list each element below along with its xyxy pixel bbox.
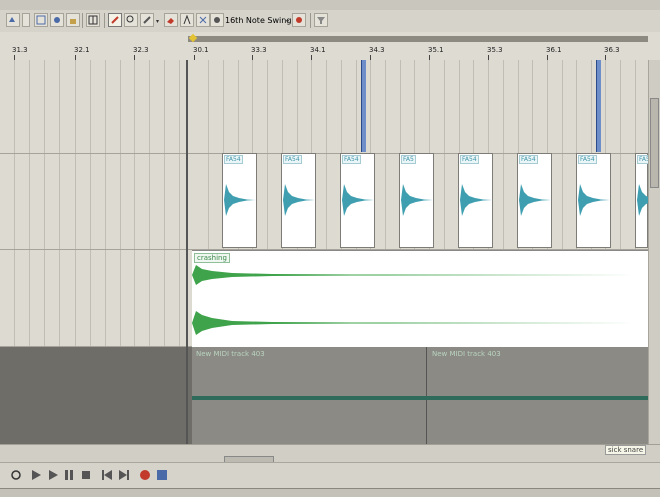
ruler-label: 34.1 — [310, 46, 326, 54]
midi-note[interactable] — [596, 60, 601, 152]
brush-dropdown-icon[interactable]: ▾ — [156, 18, 159, 25]
record-icon[interactable] — [292, 13, 306, 27]
horizontal-scrollbar[interactable]: sick snare — [0, 444, 660, 464]
loop-clip[interactable]: FA54 — [340, 153, 375, 248]
loop-clip[interactable]: FA54 — [281, 153, 316, 248]
loop-clip[interactable]: FA54 — [222, 153, 257, 248]
snap-icon[interactable] — [6, 13, 20, 27]
snap-dropdown[interactable] — [22, 13, 30, 27]
brush-icon[interactable] — [140, 13, 154, 27]
toolbar: ▾ 16th Note Swing ▾ — [0, 10, 660, 33]
ruler-label: 35.1 — [428, 46, 444, 54]
timeline-scroll-strip[interactable] — [188, 36, 648, 42]
select-icon[interactable] — [34, 13, 48, 27]
play-from-icon[interactable] — [47, 469, 59, 481]
midi-note[interactable] — [361, 60, 366, 152]
vertical-scrollbar[interactable] — [648, 60, 660, 444]
record-arm-icon[interactable] — [139, 469, 151, 481]
zoom-icon[interactable] — [124, 13, 138, 27]
ruler-label: 31.3 — [12, 46, 28, 54]
forward-icon[interactable] — [118, 469, 130, 481]
clip-waveform — [224, 184, 256, 216]
clip-waveform — [401, 184, 433, 216]
clip-label: FA54 — [519, 155, 538, 164]
loop-clip[interactable]: FA54 — [517, 153, 552, 248]
loop-clip[interactable]: FA5 — [635, 153, 648, 248]
audio-waveform — [192, 265, 648, 335]
clip-label: FA54 — [342, 155, 361, 164]
clip-label: FA54 — [460, 155, 479, 164]
ruler-label: 30.1 — [193, 46, 209, 54]
midi-lane-empty[interactable] — [0, 347, 192, 444]
ruler-label: 33.3 — [251, 46, 267, 54]
playback-cursor[interactable] — [186, 60, 188, 444]
clip-waveform — [460, 184, 492, 216]
loop-clip[interactable]: FA54 — [576, 153, 611, 248]
mixer-icon[interactable] — [156, 469, 168, 481]
funnel-icon[interactable] — [314, 13, 328, 27]
transport-bar — [0, 462, 660, 489]
ruler-label: 36.1 — [546, 46, 562, 54]
lock-icon[interactable] — [66, 13, 80, 27]
pencil-icon[interactable] — [108, 13, 122, 27]
pause-icon[interactable] — [63, 469, 75, 481]
midi-clip-label: New MIDI track 403 — [196, 350, 265, 358]
track-grid[interactable]: FA54 FA54 FA54 FA5 FA54 FA54 FA54 FA5 cr… — [0, 60, 648, 444]
swing-dropdown-icon[interactable]: ▾ — [286, 18, 289, 25]
title-strip — [0, 0, 660, 10]
rewind-icon[interactable] — [101, 469, 113, 481]
edit-icon[interactable] — [50, 13, 64, 27]
clip-waveform — [578, 184, 610, 216]
play-icon[interactable] — [30, 469, 42, 481]
ruler-label: 34.3 — [369, 46, 385, 54]
audio-clip[interactable]: crashing — [192, 250, 648, 347]
ruler-label: 32.1 — [74, 46, 90, 54]
clip-label: FA5 — [401, 155, 416, 164]
erase-icon[interactable] — [164, 13, 178, 27]
stop-icon[interactable] — [80, 469, 92, 481]
loop-clip[interactable]: FA5 — [399, 153, 434, 248]
midi-note-bar — [192, 396, 648, 400]
clip-label: FA5 — [637, 155, 648, 164]
swing-label[interactable]: 16th Note Swing — [225, 16, 291, 25]
clip-label: FA54 — [283, 155, 302, 164]
clip-waveform — [342, 184, 374, 216]
vertical-scroll-thumb[interactable] — [650, 98, 659, 188]
grid-icon[interactable] — [86, 13, 100, 27]
ruler-label: 36.3 — [604, 46, 620, 54]
clip-label: FA54 — [578, 155, 597, 164]
clip-label: FA54 — [224, 155, 243, 164]
clip-waveform — [519, 184, 551, 216]
loop-clip[interactable]: FA54 — [458, 153, 493, 248]
timeline-ruler[interactable]: 31.3 32.1 32.3 30.1 33.3 34.1 34.3 35.1 … — [0, 32, 660, 61]
swing-icon[interactable] — [210, 13, 224, 27]
midi-clip-label: New MIDI track 403 — [432, 350, 501, 358]
ruler-label: 35.3 — [487, 46, 503, 54]
ruler-label: 32.3 — [133, 46, 149, 54]
clip-waveform — [283, 184, 315, 216]
clip-tooltip: sick snare — [605, 445, 647, 455]
clip-waveform — [637, 184, 648, 216]
split-icon[interactable] — [180, 13, 194, 27]
midi-clip-area[interactable]: New MIDI track 403 New MIDI track 403 — [192, 347, 648, 444]
mute-icon[interactable] — [196, 13, 210, 27]
loop-icon[interactable] — [10, 469, 22, 481]
